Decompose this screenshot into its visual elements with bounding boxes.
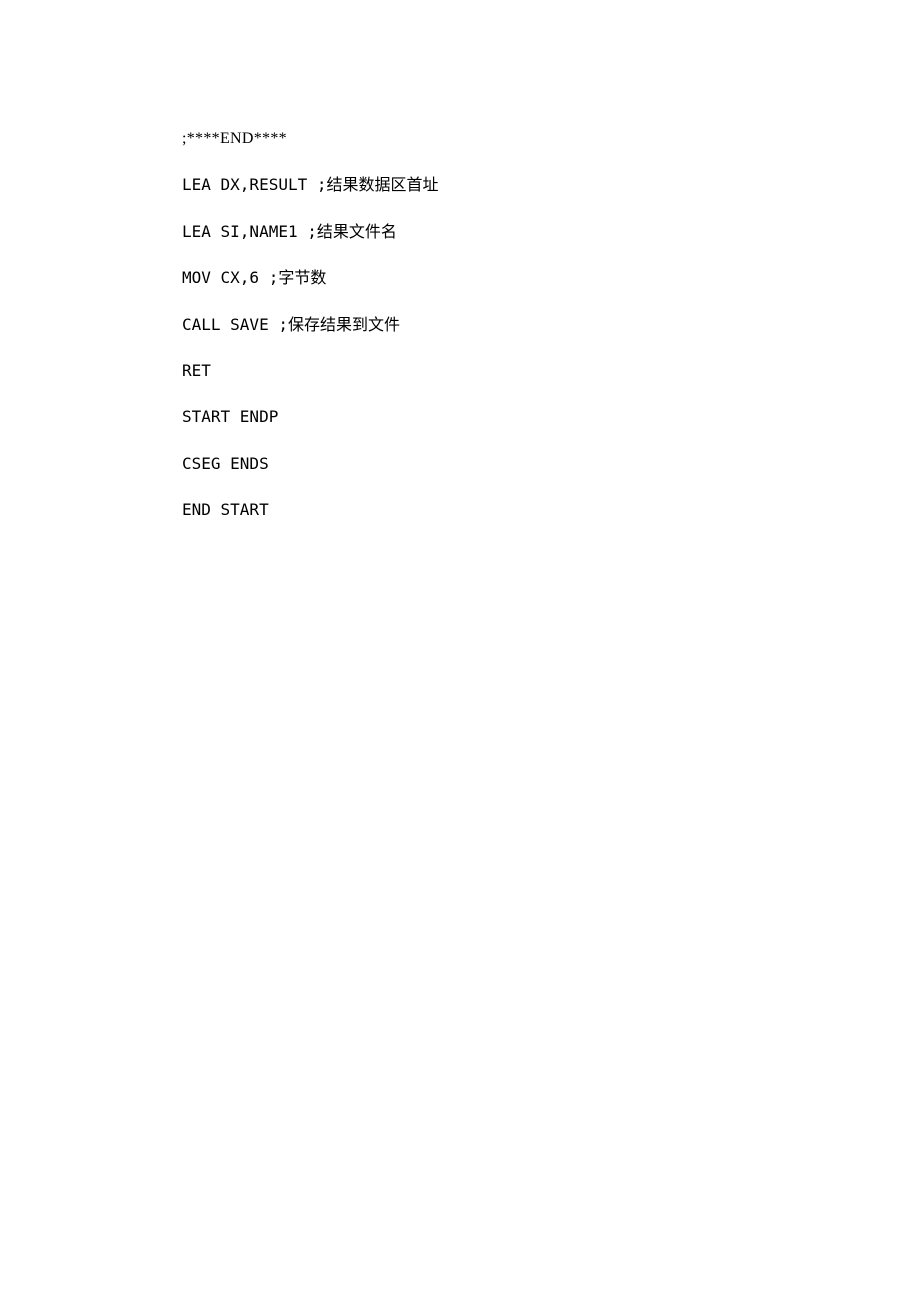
code-line-2: LEA SI,NAME1 ;结果文件名 [182,221,920,243]
code-line-3: MOV CX,6 ;字节数 [182,267,920,289]
code-line-5: RET [182,360,920,382]
code-line-4: CALL SAVE ;保存结果到文件 [182,314,920,336]
code-line-8: END START [182,499,920,521]
code-line-6: START ENDP [182,406,920,428]
code-line-1: LEA DX,RESULT ;结果数据区首址 [182,174,920,196]
code-line-7: CSEG ENDS [182,453,920,475]
code-line-0: ;****END**** [182,128,920,150]
